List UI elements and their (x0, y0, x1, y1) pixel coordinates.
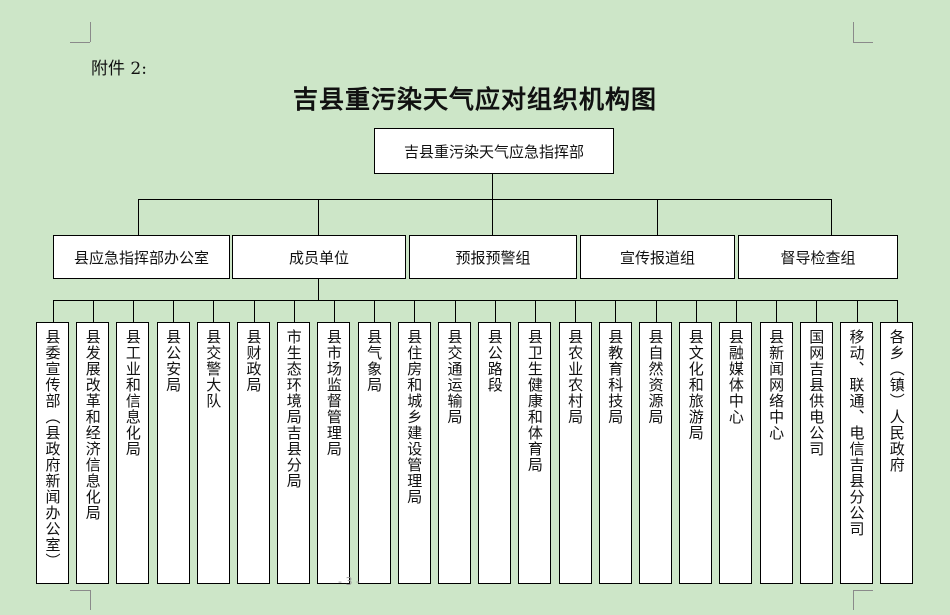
group-node-publicity: 宣传报道组 (580, 235, 735, 279)
member-unit-node: 县气象局 (357, 322, 391, 584)
member-drop-line (615, 300, 616, 322)
member-bus-line (53, 300, 898, 301)
member-drop-line (897, 300, 898, 322)
member-unit-label: 县工业和信息化局 (123, 329, 142, 457)
member-drop-line (857, 300, 858, 322)
attachment-label: 附件 2: (91, 59, 147, 79)
member-unit-label: 县公安局 (164, 329, 183, 393)
member-drop-line (374, 300, 375, 322)
members-stem-line (318, 279, 319, 300)
member-unit-node: 县财政局 (237, 322, 270, 584)
chart-title: 吉县重污染天气应对组织机构图 (292, 85, 657, 114)
member-drop-line (736, 300, 737, 322)
member-drop-line (133, 300, 134, 322)
group-drop-line (831, 199, 832, 235)
group-node-members: 成员单位 (232, 235, 406, 279)
member-unit-label: 县卫生健康和体育局 (525, 329, 544, 473)
member-unit-label: 各乡（镇）人民政府 (887, 329, 906, 473)
member-unit-label: 县财政局 (244, 329, 263, 393)
group-drop-line (318, 199, 319, 235)
member-drop-line (414, 300, 415, 322)
member-drop-line (93, 300, 94, 322)
member-drop-line (455, 300, 456, 322)
member-unit-node: 县教育科技局 (598, 322, 632, 584)
member-unit-label: 县市场监督管理局 (324, 329, 343, 457)
member-unit-label: 县文化和旅游局 (686, 329, 705, 441)
member-unit-node: 县公路段 (478, 322, 512, 584)
member-unit-label: 市生态环境局吉县分局 (284, 329, 303, 489)
member-unit-label: 县交警大队 (204, 329, 223, 409)
member-unit-node: 县委宣传部（县政府新闻办公室） (36, 322, 69, 584)
member-unit-node: 县新闻网络中心 (759, 322, 793, 584)
member-unit-label: 县住房和城乡建设管理局 (405, 329, 424, 505)
page-number: - 3 - (338, 575, 360, 588)
member-unit-node: 县发展改革和经济信息化局 (76, 322, 110, 584)
member-drop-line (816, 300, 817, 322)
root-node: 吉县重污染天气应急指挥部 (374, 128, 614, 174)
group-drop-line (138, 199, 139, 235)
member-drop-line (294, 300, 295, 322)
group-node-inspection: 督导检查组 (738, 235, 898, 279)
member-drop-line (575, 300, 576, 322)
member-drop-line (535, 300, 536, 322)
member-unit-node: 市生态环境局吉县分局 (277, 322, 311, 584)
member-unit-label: 县公路段 (485, 329, 504, 393)
group-bus-line (138, 199, 831, 200)
member-unit-label: 县气象局 (365, 329, 384, 393)
member-unit-label: 国网吉县供电公司 (807, 329, 826, 457)
member-drop-line (495, 300, 496, 322)
member-unit-node: 县工业和信息化局 (116, 322, 150, 584)
member-unit-label: 县交通运输局 (445, 329, 464, 425)
member-unit-label: 县融媒体中心 (726, 329, 745, 425)
member-unit-node: 县交警大队 (196, 322, 230, 584)
group-node-forecast: 预报预警组 (409, 235, 577, 279)
group-node-office: 县应急指挥部办公室 (53, 235, 230, 279)
member-unit-node: 各乡（镇）人民政府 (880, 322, 914, 584)
member-unit-node: 县农业农村局 (558, 322, 592, 584)
member-unit-node: 县住房和城乡建设管理局 (397, 322, 431, 584)
member-unit-node: 移动、联通、电信吉县分公司 (840, 322, 873, 584)
member-unit-node: 县文化和旅游局 (679, 322, 713, 584)
member-unit-node: 县交通运输局 (438, 322, 471, 584)
member-drop-line (696, 300, 697, 322)
member-drop-line (53, 300, 54, 322)
member-unit-label: 县自然资源局 (646, 329, 665, 425)
member-unit-node: 县市场监督管理局 (317, 322, 351, 584)
root-connector (492, 174, 493, 199)
member-unit-node: 县融媒体中心 (719, 322, 753, 584)
member-drop-line (213, 300, 214, 322)
member-unit-node: 县公安局 (156, 322, 190, 584)
member-unit-label: 县农业农村局 (566, 329, 585, 425)
member-drop-line (334, 300, 335, 322)
member-drop-line (656, 300, 657, 322)
member-unit-label: 县发展改革和经济信息化局 (83, 329, 102, 521)
member-drop-line (254, 300, 255, 322)
member-unit-label: 县新闻网络中心 (767, 329, 786, 441)
member-drop-line (173, 300, 174, 322)
member-unit-label: 县委宣传部（县政府新闻办公室） (43, 329, 62, 569)
member-unit-node: 县自然资源局 (639, 322, 672, 584)
group-drop-line (492, 199, 493, 235)
member-unit-node: 国网吉县供电公司 (799, 322, 833, 584)
member-drop-line (776, 300, 777, 322)
member-unit-node: 县卫生健康和体育局 (518, 322, 552, 584)
member-unit-label: 移动、联通、电信吉县分公司 (847, 329, 866, 537)
member-unit-label: 县教育科技局 (606, 329, 625, 425)
group-drop-line (657, 199, 658, 235)
